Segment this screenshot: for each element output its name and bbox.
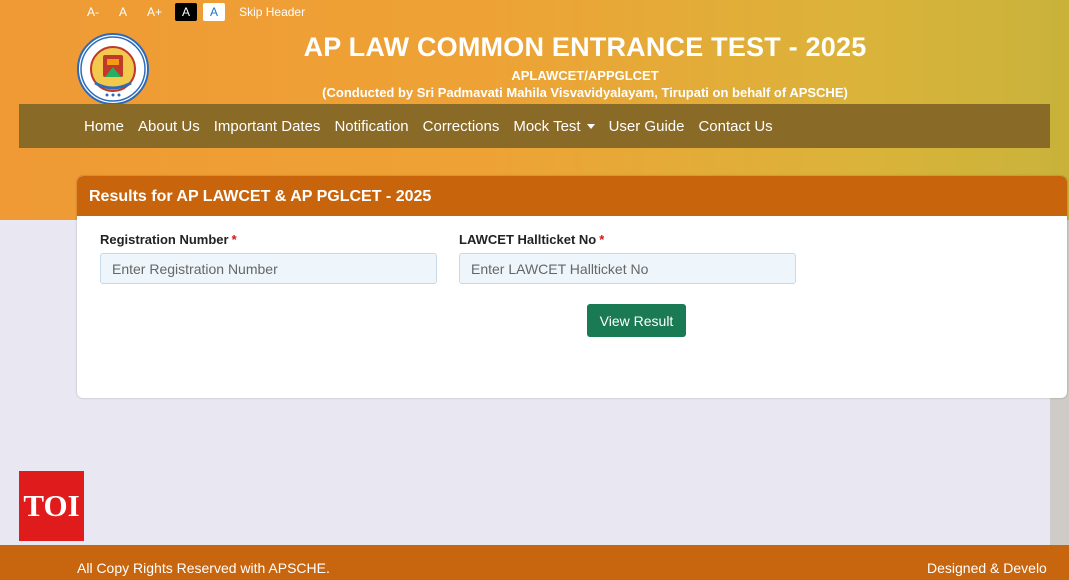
copyright-text: All Copy Rights Reserved with APSCHE. — [77, 560, 330, 576]
hallticket-label: LAWCET Hallticket No * — [459, 232, 604, 247]
conducted-by-text: (Conducted by Sri Padmavati Mahila Visva… — [322, 85, 848, 100]
nav-mock-test[interactable]: Mock Test — [513, 117, 595, 135]
footer: All Copy Rights Reserved with APSCHE. De… — [0, 545, 1069, 580]
nav-corrections[interactable]: Corrections — [423, 118, 500, 135]
page-subtitle: APLAWCET/APPGLCET — [511, 68, 659, 83]
nav-contact-us[interactable]: Contact Us — [698, 118, 772, 135]
results-card: Results for AP LAWCET & AP PGLCET - 2025… — [77, 176, 1067, 398]
font-decrease-button[interactable]: A- — [80, 3, 106, 21]
required-marker: * — [599, 232, 605, 247]
nav-mock-test-label: Mock Test — [513, 117, 581, 135]
main-navbar: Home About Us Important Dates Notificati… — [19, 104, 1050, 148]
hallticket-number-input[interactable] — [459, 253, 796, 284]
page-title: AP LAW COMMON ENTRANCE TEST - 2025 — [303, 32, 867, 62]
font-normal-button[interactable]: A — [112, 3, 134, 21]
nav-notification[interactable]: Notification — [334, 118, 408, 135]
nav-important-dates[interactable]: Important Dates — [214, 118, 321, 135]
accessibility-toolbar: A- A A+ A A Skip Header — [80, 2, 312, 22]
designed-by-text: Designed & Develo — [927, 560, 1047, 576]
hallticket-label-text: LAWCET Hallticket No — [459, 232, 597, 247]
registration-number-input[interactable] — [100, 253, 437, 284]
nav-home[interactable]: Home — [84, 118, 124, 135]
chevron-down-icon — [586, 124, 595, 130]
font-increase-button[interactable]: A+ — [140, 3, 169, 21]
results-card-title: Results for AP LAWCET & AP PGLCET - 2025 — [77, 176, 1067, 216]
view-result-button[interactable]: View Result — [587, 304, 686, 337]
dark-theme-button[interactable]: A — [175, 3, 198, 21]
light-theme-button[interactable]: A — [203, 3, 226, 21]
toi-watermark-logo: TOI — [19, 471, 84, 541]
nav-user-guide[interactable]: User Guide — [609, 118, 685, 135]
registration-label-text: Registration Number — [100, 232, 229, 247]
skip-header-link[interactable]: Skip Header — [231, 3, 312, 21]
required-marker: * — [231, 232, 237, 247]
nav-about-us[interactable]: About Us — [138, 118, 200, 135]
university-logo[interactable] — [77, 33, 149, 105]
registration-label: Registration Number * — [100, 232, 237, 247]
